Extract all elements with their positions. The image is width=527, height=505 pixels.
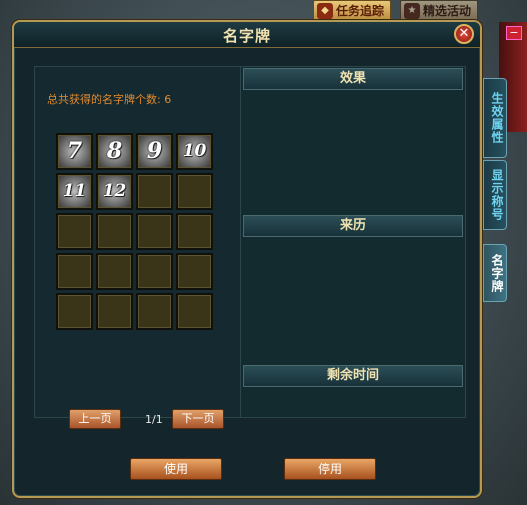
card-count: 总共获得的名字牌个数: 6 bbox=[47, 91, 171, 107]
featured-events-button[interactable]: ★ 精选活动 bbox=[400, 0, 479, 22]
card-number: 9 bbox=[146, 138, 163, 164]
card-number: 11 bbox=[62, 181, 87, 201]
featured-events-label: 精选活动 bbox=[423, 4, 472, 18]
card-slot-empty[interactable] bbox=[136, 213, 173, 250]
prev-page-button[interactable]: 上一页 bbox=[69, 409, 121, 429]
card-grid: 7 8 9 10 11 12 bbox=[56, 133, 213, 330]
card-slot-empty[interactable] bbox=[56, 253, 93, 290]
card-slot[interactable]: 7 bbox=[56, 133, 93, 170]
card-slot-empty[interactable] bbox=[136, 293, 173, 330]
next-page-button[interactable]: 下一页 bbox=[172, 409, 224, 429]
card-slot-empty[interactable] bbox=[96, 213, 133, 250]
disable-button[interactable]: 停用 bbox=[284, 458, 376, 480]
card-slot-empty[interactable] bbox=[56, 293, 93, 330]
task-tracker-button[interactable]: ◆ 任务追踪 bbox=[313, 0, 392, 22]
name-card-window: 名字牌 ✕ 总共获得的名字牌个数: 6 7 8 9 10 11 12 上一页 1… bbox=[12, 20, 482, 498]
card-slot-empty[interactable] bbox=[176, 253, 213, 290]
window-title: 名字牌 bbox=[222, 27, 271, 45]
card-slot[interactable]: 12 bbox=[96, 173, 133, 210]
card-slot-empty[interactable] bbox=[136, 173, 173, 210]
task-icon: ◆ bbox=[317, 3, 333, 19]
card-number: 10 bbox=[182, 141, 207, 161]
name-card-list-panel: 总共获得的名字牌个数: 6 7 8 9 10 11 12 上一页 1/1 下一页 bbox=[34, 66, 241, 429]
card-slot[interactable]: 10 bbox=[176, 133, 213, 170]
events-icon: ★ bbox=[404, 3, 420, 19]
effect-section-header: 效果 bbox=[243, 68, 463, 90]
window-titlebar[interactable]: 名字牌 ✕ bbox=[14, 22, 480, 48]
card-slot-empty[interactable] bbox=[96, 293, 133, 330]
card-number: 8 bbox=[106, 138, 123, 164]
card-slot-empty[interactable] bbox=[176, 213, 213, 250]
card-number: 7 bbox=[66, 138, 83, 164]
card-number: 12 bbox=[102, 181, 127, 201]
card-slot-empty[interactable] bbox=[56, 213, 93, 250]
card-slot-empty[interactable] bbox=[136, 253, 173, 290]
card-detail-panel: 效果 来历 剩余时间 bbox=[240, 66, 466, 418]
tab-name-card[interactable]: 名字牌 bbox=[483, 244, 507, 302]
tab-effect-attributes[interactable]: 生效属性 bbox=[483, 78, 507, 158]
card-slot-empty[interactable] bbox=[176, 293, 213, 330]
collapse-icon[interactable]: − bbox=[506, 26, 522, 40]
tab-show-title[interactable]: 显示称号 bbox=[483, 160, 507, 230]
card-count-label: 总共获得的名字牌个数: bbox=[47, 93, 161, 106]
card-slot-empty[interactable] bbox=[176, 173, 213, 210]
card-slot[interactable]: 9 bbox=[136, 133, 173, 170]
card-slot-empty[interactable] bbox=[96, 253, 133, 290]
use-button[interactable]: 使用 bbox=[130, 458, 222, 480]
page-indicator: 1/1 bbox=[145, 413, 163, 426]
close-icon[interactable]: ✕ bbox=[454, 24, 474, 44]
task-tracker-label: 任务追踪 bbox=[336, 4, 385, 18]
card-slot[interactable]: 11 bbox=[56, 173, 93, 210]
card-slot[interactable]: 8 bbox=[96, 133, 133, 170]
remaining-time-section-header: 剩余时间 bbox=[243, 365, 463, 387]
card-count-value: 6 bbox=[164, 93, 172, 106]
origin-section-header: 来历 bbox=[243, 215, 463, 237]
